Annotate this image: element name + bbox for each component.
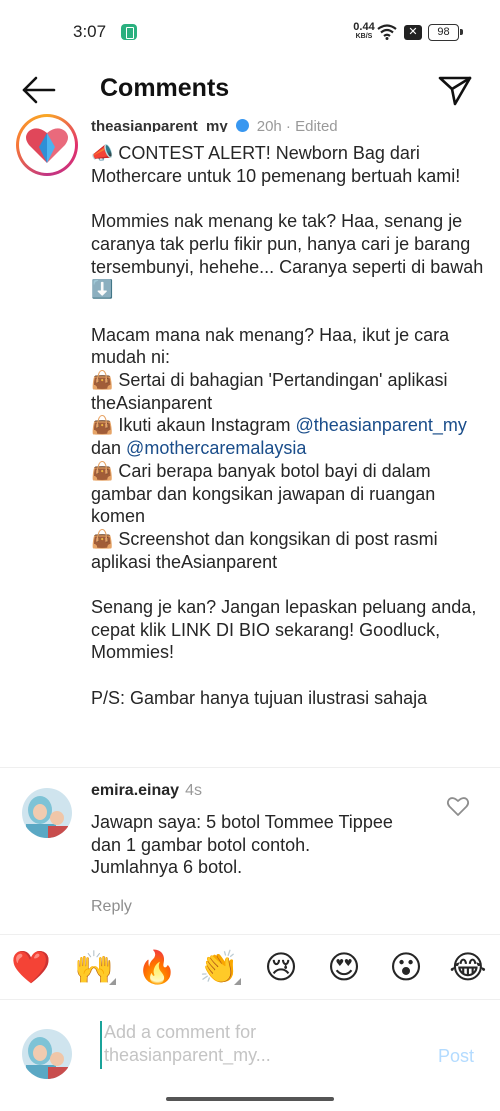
post-button[interactable]: Post xyxy=(438,1046,474,1067)
emoji-red-heart[interactable]: ❤️ xyxy=(11,947,51,987)
no-sim-icon: ✕ xyxy=(404,25,422,40)
emoji-fire[interactable]: 🔥 xyxy=(137,947,177,987)
caption-edited-label: Edited xyxy=(295,118,338,132)
header: Comments xyxy=(0,62,500,118)
verified-badge-icon xyxy=(235,119,249,132)
network-speed-value: 0.44 xyxy=(353,21,375,33)
network-speed-unit: KB/S xyxy=(355,33,373,40)
emoji-clapping-hands-glyph: 👏 xyxy=(199,948,239,986)
caption-username[interactable]: theasianparent_my xyxy=(91,118,228,132)
caption-time: 20h xyxy=(256,118,282,132)
mention-mothercaremalaysia[interactable]: @mothercaremalaysia xyxy=(126,438,306,458)
reply-button[interactable]: Reply xyxy=(91,898,132,916)
page-title: Comments xyxy=(100,74,230,102)
my-avatar xyxy=(22,1029,72,1079)
mention-theasianparent-my[interactable]: @theasianparent_my xyxy=(296,415,467,435)
back-arrow-icon[interactable] xyxy=(20,74,60,106)
comment-header: emira.einay 4s xyxy=(91,782,202,800)
skin-tone-indicator-icon xyxy=(109,978,116,985)
emoji-bar: ❤️ 🙌 🔥 👏 😢 😍 😮 😂 xyxy=(0,934,500,1000)
caption-author-avatar[interactable] xyxy=(16,114,78,176)
send-icon[interactable] xyxy=(436,72,474,108)
caption-header: theasianparent_my 20h · Edited xyxy=(91,118,471,132)
wifi-icon xyxy=(377,24,397,40)
emoji-raising-hands[interactable]: 🙌 xyxy=(74,947,116,987)
caption-text: 📣 CONTEST ALERT! Newborn Bag dari Mother… xyxy=(91,142,486,710)
user-photo-icon xyxy=(22,788,72,838)
emoji-raising-hands-glyph: 🙌 xyxy=(74,948,114,986)
status-time: 3:07 xyxy=(73,22,107,41)
comment-time: 4s xyxy=(185,782,202,799)
comment-input[interactable] xyxy=(100,1021,410,1069)
battery-icon: 98 xyxy=(428,24,463,41)
app-notification-icon xyxy=(121,24,137,40)
network-speed: 0.44 KB/S xyxy=(351,21,377,41)
commenter-avatar[interactable] xyxy=(22,788,72,838)
comment-username[interactable]: emira.einay xyxy=(91,782,179,799)
home-indicator[interactable] xyxy=(166,1097,334,1101)
caption-text-part-3: 👜 Cari berapa banyak botol bayi di dalam… xyxy=(91,460,477,708)
heart-logo-icon xyxy=(26,128,68,163)
user-photo-icon xyxy=(22,1029,72,1079)
divider xyxy=(0,767,500,768)
emoji-clapping-hands[interactable]: 👏 xyxy=(199,947,241,987)
skin-tone-indicator-icon xyxy=(234,978,241,985)
emoji-surprised-face[interactable]: 😮 xyxy=(386,947,426,987)
heart-icon[interactable] xyxy=(446,795,470,817)
caption-text-part-1: 📣 CONTEST ALERT! Newborn Bag dari Mother… xyxy=(91,143,484,436)
comment-text: Jawapn saya: 5 botol Tommee Tippee dan 1… xyxy=(91,812,393,878)
emoji-crying-face[interactable]: 😢 xyxy=(261,947,301,987)
emoji-heart-eyes[interactable]: 😍 xyxy=(324,947,364,987)
emoji-tears-of-joy[interactable]: 😂 xyxy=(448,947,488,987)
status-bar: 3:07 0.44 KB/S ✕ 98 xyxy=(0,0,500,62)
